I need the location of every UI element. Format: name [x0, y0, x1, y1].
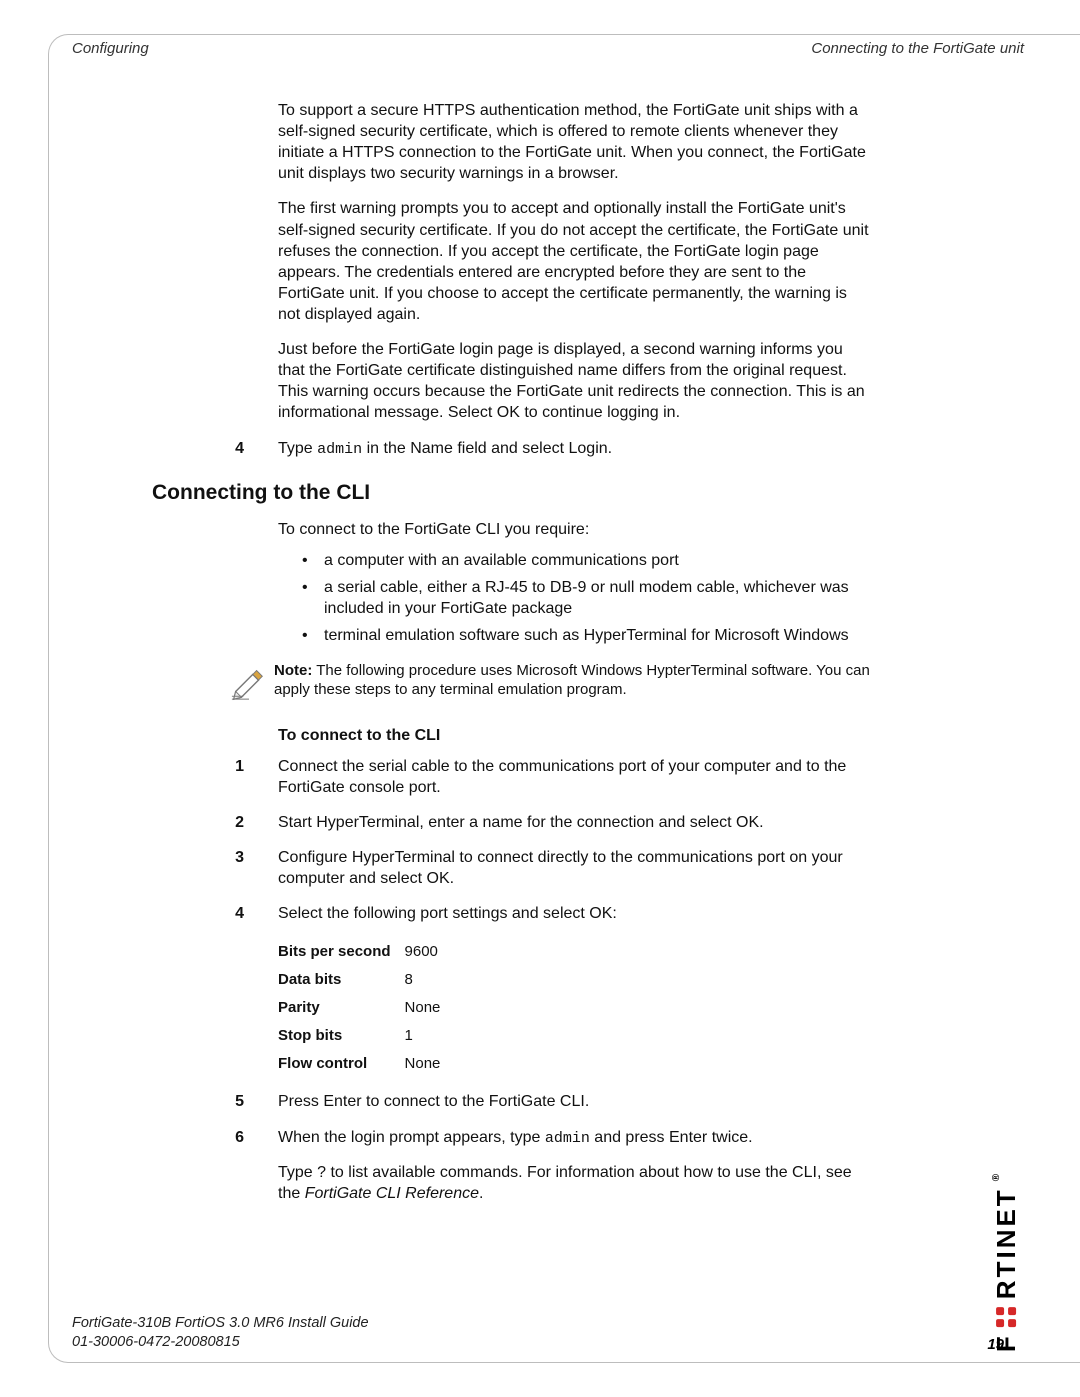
setting-key: Bits per second — [278, 938, 405, 966]
table-row: Bits per second9600 — [278, 938, 454, 966]
header-right: Connecting to the FortiGate unit — [811, 40, 1024, 57]
cli-step-5: 5 Press Enter to connect to the FortiGat… — [152, 1091, 872, 1112]
paragraph-final: Type ? to list available commands. For i… — [278, 1162, 872, 1204]
procedure-subhead: To connect to the CLI — [278, 725, 872, 746]
code-admin: admin — [545, 1130, 590, 1147]
final-post: . — [479, 1185, 483, 1202]
step-text-post: in the Name field and select Login. — [362, 440, 612, 457]
list-item: a computer with an available communicati… — [302, 550, 872, 571]
step-text-post: and press Enter twice. — [590, 1129, 753, 1146]
page: Configuring Connecting to the FortiGate … — [0, 0, 1080, 1397]
fortinet-brand-vertical: F RTINET ® — [992, 997, 1022, 1277]
step-number: 4 — [152, 438, 278, 460]
note-text: Note: The following procedure uses Micro… — [274, 661, 872, 701]
cli-step-1: 1 Connect the serial cable to the commun… — [152, 756, 872, 798]
setting-key: Flow control — [278, 1050, 405, 1078]
cli-step-2: 2 Start HyperTerminal, enter a name for … — [152, 812, 872, 833]
fortinet-logo-icon — [996, 1305, 1018, 1327]
port-settings-table: Bits per second9600 Data bits8 ParityNon… — [278, 938, 454, 1077]
body-content: To support a secure HTTPS authentication… — [152, 100, 872, 1219]
cli-reference-title: FortiGate CLI Reference — [305, 1185, 479, 1202]
note-body: The following procedure uses Microsoft W… — [274, 662, 870, 699]
setting-value: 9600 — [405, 938, 455, 966]
table-row: Flow controlNone — [278, 1050, 454, 1078]
setting-value: 1 — [405, 1022, 455, 1050]
step-number: 2 — [152, 812, 278, 833]
step-number: 1 — [152, 756, 278, 798]
setting-key: Stop bits — [278, 1022, 405, 1050]
setting-key: Parity — [278, 994, 405, 1022]
cli-step-4: 4 Select the following port settings and… — [152, 903, 872, 924]
requirements-list: a computer with an available communicati… — [302, 550, 872, 646]
footer-line-1: FortiGate-310B FortiOS 3.0 MR6 Install G… — [72, 1314, 369, 1334]
setting-value: None — [405, 994, 455, 1022]
heading-connecting-cli: Connecting to the CLI — [152, 479, 872, 507]
table-row: Stop bits1 — [278, 1022, 454, 1050]
step-body: Select the following port settings and s… — [278, 903, 872, 924]
paragraph-second-warning: Just before the FortiGate login page is … — [278, 339, 872, 423]
setting-key: Data bits — [278, 966, 405, 994]
cli-intro: To connect to the FortiGate CLI you requ… — [278, 519, 872, 540]
note-label: Note: — [274, 662, 312, 679]
header-left: Configuring — [72, 40, 149, 57]
footer-doc-info: FortiGate-310B FortiOS 3.0 MR6 Install G… — [72, 1314, 369, 1353]
step-body: Start HyperTerminal, enter a name for th… — [278, 812, 872, 833]
step-body: When the login prompt appears, type admi… — [278, 1127, 872, 1149]
cli-step-3: 3 Configure HyperTerminal to connect dir… — [152, 847, 872, 889]
paragraph-first-warning: The first warning prompts you to accept … — [278, 198, 872, 325]
step-number: 6 — [152, 1127, 278, 1149]
step-body: Configure HyperTerminal to connect direc… — [278, 847, 872, 889]
note-block: Note: The following procedure uses Micro… — [230, 661, 872, 707]
setting-value: 8 — [405, 966, 455, 994]
step-number: 4 — [152, 903, 278, 924]
list-item: a serial cable, either a RJ-45 to DB-9 o… — [302, 577, 872, 619]
setting-value: None — [405, 1050, 455, 1078]
step-text-pre: Type — [278, 440, 317, 457]
step-body: Press Enter to connect to the FortiGate … — [278, 1091, 872, 1112]
brand-registered: ® — [992, 1171, 1003, 1181]
step-text-pre: When the login prompt appears, type — [278, 1129, 545, 1146]
footer-line-2: 01-30006-0472-20080815 — [72, 1333, 369, 1353]
page-number: 19 — [987, 1336, 1004, 1353]
step-number: 5 — [152, 1091, 278, 1112]
step-4-login: 4 Type admin in the Name field and selec… — [152, 438, 872, 460]
step-body: Connect the serial cable to the communic… — [278, 756, 872, 798]
table-row: Data bits8 — [278, 966, 454, 994]
list-item: terminal emulation software such as Hype… — [302, 625, 872, 646]
paragraph-https-intro: To support a secure HTTPS authentication… — [278, 100, 872, 184]
step-number: 3 — [152, 847, 278, 889]
cli-step-6: 6 When the login prompt appears, type ad… — [152, 1127, 872, 1149]
brand-text: RTINET — [992, 1187, 1023, 1299]
code-admin: admin — [317, 441, 362, 458]
table-row: ParityNone — [278, 994, 454, 1022]
step-body: Type admin in the Name field and select … — [278, 438, 872, 460]
note-pencil-icon — [230, 661, 274, 707]
